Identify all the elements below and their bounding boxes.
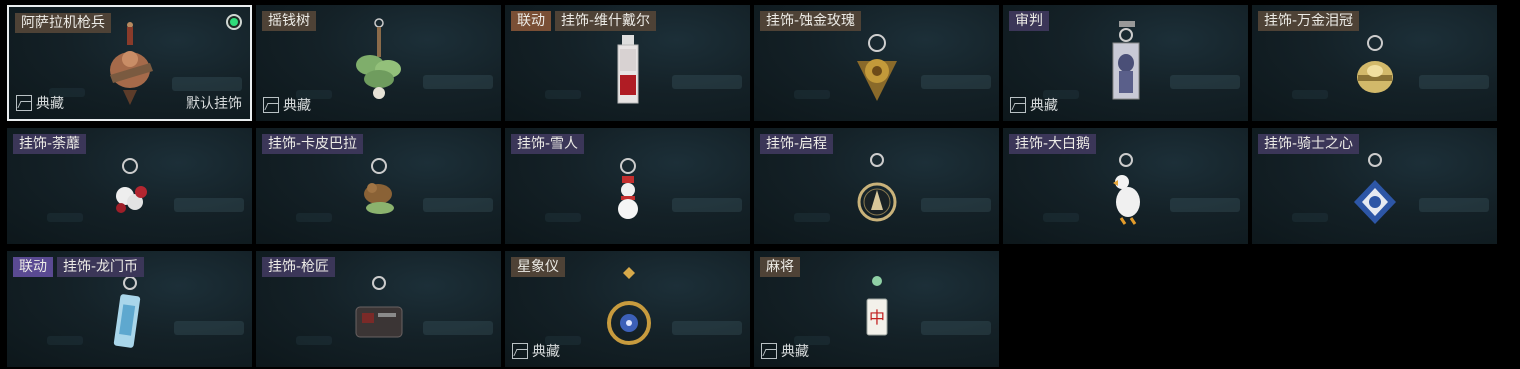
collab-tag: 联动: [13, 257, 53, 277]
charm-card-capybara[interactable]: 挂饰-卡皮巴拉: [256, 128, 501, 244]
charm-name: 挂饰-启程: [760, 134, 834, 154]
charm-name: 挂饰-卡皮巴拉: [262, 134, 364, 154]
charm-name: 挂饰-枪匠: [262, 257, 336, 277]
equipped-indicator: [226, 14, 242, 30]
money-tree-charm-icon: [344, 13, 414, 113]
mahjong-charm-icon: 中: [842, 259, 912, 359]
collection-icon: [16, 95, 32, 111]
charm-card-judgment[interactable]: 审判 典藏: [1003, 5, 1248, 121]
charm-card-lungmen-coin[interactable]: 联动 挂饰-龙门币: [7, 251, 252, 367]
charm-name: 挂饰-蚀金玫瑰: [760, 11, 862, 31]
charm-card-wisadel[interactable]: 联动 挂饰-维什戴尔: [505, 5, 750, 121]
charm-name: 摇钱树: [262, 11, 316, 31]
charm-name: 挂饰-大白鹅: [1009, 134, 1097, 154]
collection-icon: [1010, 97, 1026, 113]
charm-card-snowman[interactable]: 挂饰-雪人: [505, 128, 750, 244]
charm-name: 麻将: [760, 257, 800, 277]
charm-card-gunsmith[interactable]: 挂饰-枪匠: [256, 251, 501, 367]
charm-card-money-tree[interactable]: 摇钱树 典藏: [256, 5, 501, 121]
collection-icon: [512, 343, 528, 359]
charm-name: 挂饰-万金泪冠: [1258, 11, 1360, 31]
mahjong-glyph: 中: [868, 308, 884, 327]
charm-card-white-goose[interactable]: 挂饰-大白鹅: [1003, 128, 1248, 244]
goose-charm-icon: [1091, 136, 1161, 236]
charm-card-asala-gunner[interactable]: 阿萨拉机枪兵 典藏 默认挂饰: [7, 5, 252, 121]
charm-name: 星象仪: [511, 257, 565, 277]
charm-name: 阿萨拉机枪兵: [15, 13, 111, 33]
charm-card-mahjong[interactable]: 麻将 中 典藏: [754, 251, 999, 367]
default-charm-label: 默认挂饰: [186, 96, 242, 112]
charm-name: 挂饰-维什戴尔: [555, 11, 657, 31]
charm-card-tumi[interactable]: 挂饰-荼蘼: [7, 128, 252, 244]
collab-tag: 联动: [511, 11, 551, 31]
charm-card-astrolabe[interactable]: 星象仪 典藏: [505, 251, 750, 367]
charm-name: 挂饰-骑士之心: [1258, 134, 1360, 154]
collection-icon: [761, 343, 777, 359]
charm-card-gold-rose[interactable]: 挂饰-蚀金玫瑰: [754, 5, 999, 121]
charm-name: 挂饰-龙门币: [57, 257, 145, 277]
charm-card-departure[interactable]: 挂饰-启程: [754, 128, 999, 244]
gunsmith-box-charm-icon: [344, 259, 414, 359]
charm-name: 挂饰-荼蘼: [13, 134, 87, 154]
charm-name: 挂饰-雪人: [511, 134, 585, 154]
charm-name: 审判: [1009, 11, 1049, 31]
charm-card-gold-crown[interactable]: 挂饰-万金泪冠: [1252, 5, 1497, 121]
collection-icon: [263, 97, 279, 113]
astrolabe-charm-icon: [593, 259, 663, 359]
collection-badge: 典藏: [16, 93, 64, 113]
charm-card-knight-heart[interactable]: 挂饰-骑士之心: [1252, 128, 1497, 244]
judge-card-charm-icon: [1091, 13, 1161, 113]
snowman-charm-icon: [593, 136, 663, 236]
flower-charm-icon: [95, 136, 165, 236]
charm-grid: 阿萨拉机枪兵 典藏 默认挂饰 摇钱树 典藏 联动 挂饰-维什戴尔 挂饰-蚀金玫瑰 …: [0, 0, 1520, 369]
compass-charm-icon: [842, 136, 912, 236]
